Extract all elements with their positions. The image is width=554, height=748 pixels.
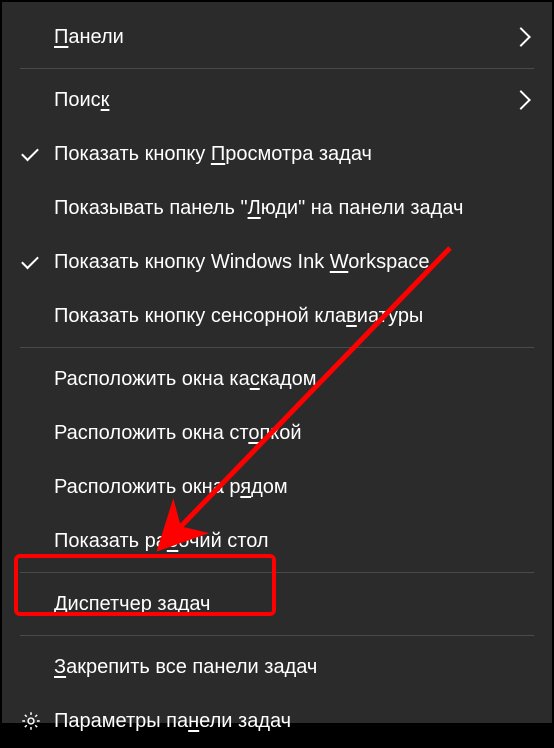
menu-item-taskbar-settings[interactable]: Параметры панели задач (2, 694, 552, 748)
menu-label: Поиск (54, 89, 514, 112)
chevron-right-icon (511, 90, 531, 110)
menu-item-lock-taskbars[interactable]: Закрепить все панели задач (2, 640, 552, 694)
menu-item-task-manager[interactable]: Диспетчер задач (2, 577, 552, 631)
menu-label: Показывать панель "Люди" на панели задач (54, 197, 534, 220)
menu-item-cascade-windows[interactable]: Расположить окна каскадом (2, 352, 552, 406)
menu-label: Диспетчер задач (54, 593, 534, 616)
separator (20, 68, 534, 69)
menu-item-touch-keyboard[interactable]: Показать кнопку сенсорной клавиатуры (2, 289, 552, 343)
menu-item-side-by-side[interactable]: Расположить окна рядом (2, 460, 552, 514)
menu-item-show-desktop[interactable]: Показать рабочий стол (2, 514, 552, 568)
menu-item-toolbars[interactable]: Панели (2, 10, 552, 64)
menu-item-search[interactable]: Поиск (2, 73, 552, 127)
menu-label: Панели (54, 26, 514, 49)
menu-label: Показать кнопку Windows Ink Workspace (54, 251, 534, 274)
separator (20, 635, 534, 636)
menu-label: Расположить окна стопкой (54, 422, 534, 445)
gear-icon (20, 710, 54, 732)
menu-label: Показать кнопку Просмотра задач (54, 143, 534, 166)
menu-label: Показать рабочий стол (54, 530, 534, 553)
menu-label: Расположить окна каскадом (54, 368, 534, 391)
menu-label: Расположить окна рядом (54, 476, 534, 499)
menu-item-task-view-button[interactable]: Показать кнопку Просмотра задач (2, 127, 552, 181)
separator (20, 572, 534, 573)
menu-item-stack-windows[interactable]: Расположить окна стопкой (2, 406, 552, 460)
chevron-right-icon (511, 27, 531, 47)
menu-label: Показать кнопку сенсорной клавиатуры (54, 305, 534, 328)
menu-item-ink-workspace[interactable]: Показать кнопку Windows Ink Workspace (2, 235, 552, 289)
check-icon (20, 256, 54, 268)
check-icon (20, 148, 54, 160)
menu-label: Параметры панели задач (54, 710, 534, 733)
taskbar-context-menu: Панели Поиск Показать кнопку Просмотра з… (2, 2, 552, 723)
separator (20, 347, 534, 348)
menu-label: Закрепить все панели задач (54, 656, 534, 679)
menu-item-people-bar[interactable]: Показывать панель "Люди" на панели задач (2, 181, 552, 235)
